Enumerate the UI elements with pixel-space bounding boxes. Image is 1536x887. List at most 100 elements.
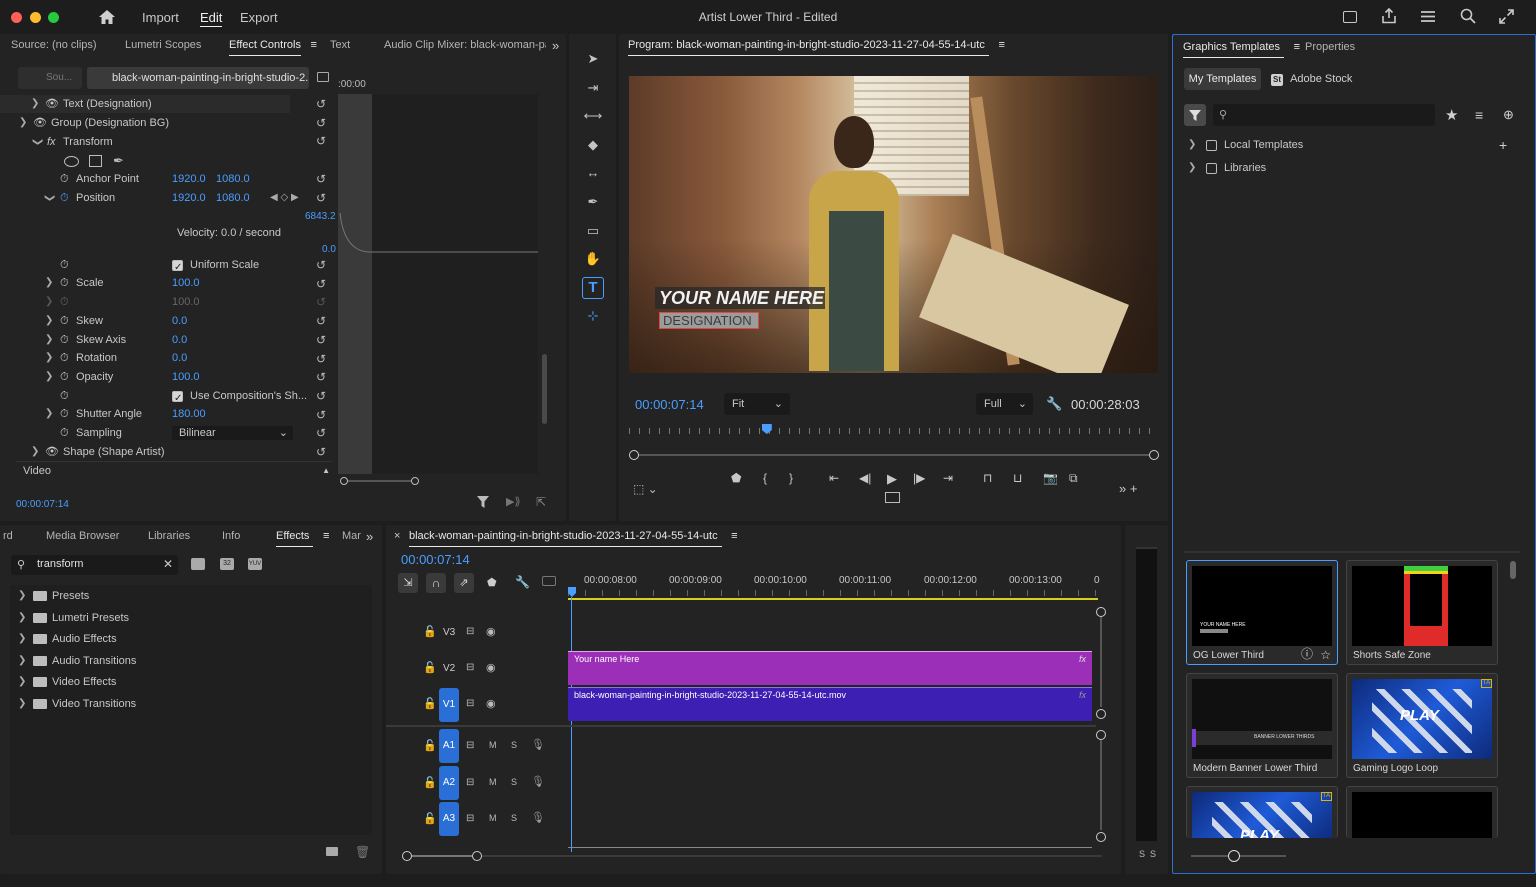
row-opacity[interactable]: ❯ ⏱ Opacity 100.0 [0,368,330,386]
clear-search-icon[interactable]: ✕ [163,557,173,571]
track-a3[interactable]: 🔓 A3 ⊟ M S 🎙 [386,801,566,837]
row-anchor-point[interactable]: ⏱ Anchor Point 1920.0 1080.0 [0,170,330,188]
razor-tool-icon[interactable]: ◆ [583,135,603,155]
effects-search-input[interactable]: ⚲ transform ✕ [11,555,178,575]
sync-lock-icon[interactable]: ⊟ [466,777,474,788]
clip-v1[interactable]: black-woman-painting-in-bright-studio-20… [568,687,1092,721]
wrench-icon[interactable]: 🔧 [1046,396,1062,412]
step-forward-icon[interactable]: |▶ [913,471,925,485]
go-to-out-icon[interactable]: ⇥ [943,471,953,485]
source-clip-chip[interactable]: Sou... [18,67,82,89]
timeline-settings-icon[interactable]: 🔧 [515,575,530,589]
timeline-timecode[interactable]: 00:00:07:14 [401,552,470,567]
lock-icon[interactable]: 🔓 [423,625,437,638]
program-timecode[interactable]: 00:00:07:14 [635,397,704,412]
stopwatch-active-icon[interactable]: ⏱ [60,189,69,207]
reset-icon[interactable]: ↺ [316,368,334,387]
row-scale[interactable]: ❯ ⏱ Scale 100.0 [0,274,330,292]
favorite-star-icon[interactable]: ☆ [1320,648,1331,662]
track-a2[interactable]: 🔓 A2 ⊟ M S 🎙 [386,765,566,801]
video-section-label[interactable]: Video ▲ [16,461,332,479]
uniform-scale-checkbox[interactable] [172,259,183,277]
pen-tool-icon[interactable]: ✒ [583,192,603,212]
effects-item-video-transitions[interactable]: ❯ Video Transitions [0,695,360,713]
delete-icon[interactable]: 🗑 [355,845,370,859]
more-controls-icon[interactable]: » + [1119,481,1137,496]
play-icon[interactable]: ▶ [887,471,897,487]
clip-v2[interactable]: Your name Here fx [568,651,1092,685]
home-icon[interactable] [98,9,116,25]
filter-icon[interactable] [477,496,489,508]
effects-item-lumetri-presets[interactable]: ❯ Lumetri Presets [0,609,360,627]
program-ruler[interactable] [629,426,1159,438]
eye-icon[interactable]: ◉ [486,625,496,638]
more-tabs-icon[interactable]: » [552,38,559,53]
tab-markers[interactable]: Mar [342,525,361,547]
mute-icon[interactable]: M [489,740,497,750]
sync-lock-icon[interactable]: ⊟ [466,662,474,673]
sync-lock-icon[interactable]: ⊟ [466,626,474,637]
work-area-bar[interactable] [568,598,1098,600]
panel-menu-icon[interactable]: ≡ [1294,36,1300,58]
lower-third-name[interactable]: YOUR NAME HERE [659,288,824,309]
local-templates-checkbox[interactable] [1206,140,1217,151]
reset-icon[interactable]: ↺ [316,275,334,294]
stopwatch-icon[interactable]: ⏱ [60,424,69,442]
tab-effect-controls[interactable]: Effect Controls ≡ [229,34,317,56]
stopwatch-icon[interactable]: ⏱ [60,312,69,330]
resolution-select[interactable]: Full ⌄ [976,393,1033,415]
stopwatch-icon[interactable]: ⏱ [60,405,69,423]
thumbnail-size-slider[interactable] [1191,850,1286,862]
reset-icon[interactable]: ↺ [316,424,334,443]
stopwatch-icon[interactable]: ⏱ [60,256,69,274]
minimize-window-icon[interactable] [30,12,41,23]
rectangle-tool-icon[interactable]: ▭ [583,221,603,241]
pen-mask-icon[interactable]: ✒ [113,153,124,169]
audio-meter-solo-left[interactable]: S [1139,849,1145,859]
template-gaming-logo-loop[interactable]: PLAY TA Gaming Logo Loop [1346,673,1498,778]
mute-icon[interactable]: M [489,813,497,823]
anchor-x-value[interactable]: 1920.0 [172,170,206,188]
add-folder-icon[interactable]: + [1499,136,1507,154]
mini-timeline-zoom-bar[interactable] [340,476,420,485]
panel-toggle-icon[interactable] [317,72,329,82]
generative-extend-tool-icon[interactable]: ⊹ [583,306,603,326]
template-gaming-logo-2[interactable]: PLAY TA [1186,786,1338,838]
track-v3[interactable]: 🔓 V3 ⊟ ◉ [386,615,566,649]
add-marker-icon[interactable]: ⬟ [487,576,497,589]
stopwatch-icon[interactable]: ⏱ [60,331,69,349]
lift-icon[interactable]: ⊓ [983,471,992,485]
effect-controls-scrollbar[interactable] [542,354,547,424]
hand-tool-icon[interactable]: ✋ [583,249,603,269]
row-rotation[interactable]: ❯ ⏱ Rotation 0.0 [0,349,330,367]
position-y-value[interactable]: 1080.0 [216,189,250,207]
yuv-effects-icon[interactable]: YUV [248,558,262,570]
type-tool-icon[interactable]: T [582,277,604,299]
tab-properties[interactable]: Properties [1305,36,1355,58]
list-icon[interactable] [1420,10,1436,23]
reset-icon[interactable]: ↺ [316,331,334,350]
use-composition-checkbox[interactable] [172,390,183,408]
new-bin-icon[interactable] [326,847,338,856]
program-video-frame[interactable]: YOUR NAME HERE DESIGNATION [629,76,1158,373]
audio-tracks-scrollbar[interactable] [1095,730,1107,843]
skew-value[interactable]: 0.0 [172,312,187,330]
timeline-ruler[interactable]: 00:00:08:00 00:00:09:00 00:00:10:00 00:0… [568,570,1100,600]
opacity-value[interactable]: 100.0 [172,368,200,386]
tree-libraries[interactable]: ❯ Libraries [1173,159,1523,177]
shutter-angle-value[interactable]: 180.00 [172,405,206,423]
skew-axis-value[interactable]: 0.0 [172,331,187,349]
a2-source-patch[interactable]: A2 [439,766,459,800]
sync-lock-icon[interactable]: ⊟ [466,698,474,709]
row-sampling[interactable]: ⏱ Sampling Bilinear ⌄ [0,424,330,442]
template-grid-scrollbar[interactable] [1510,561,1516,579]
reset-icon[interactable]: ↺ [316,114,334,133]
zoom-fit-select[interactable]: Fit ⌄ [724,393,790,415]
template-blank[interactable] [1346,786,1498,838]
reset-icon[interactable]: ↺ [316,443,334,462]
effect-controls-timecode[interactable]: 00:00:07:14 [16,499,69,510]
position-x-value[interactable]: 1920.0 [172,189,206,207]
effects-item-video-effects[interactable]: ❯ Video Effects [0,673,360,691]
reset-icon[interactable]: ↺ [316,170,334,189]
timeline-zoom-bar[interactable] [402,851,1102,861]
